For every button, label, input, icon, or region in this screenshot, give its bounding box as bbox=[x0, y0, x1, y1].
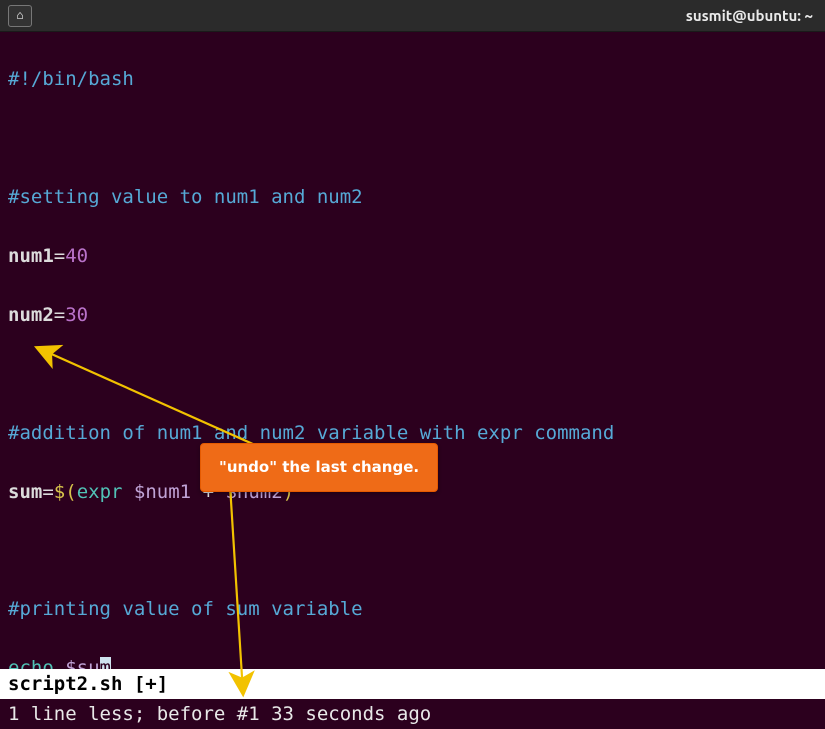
number-literal: 40 bbox=[65, 245, 88, 267]
equals-op: = bbox=[54, 245, 65, 267]
editor-area[interactable]: #!/bin/bash #setting value to num1 and n… bbox=[0, 32, 825, 729]
var-name: num1 bbox=[8, 245, 54, 267]
equals-op: = bbox=[54, 304, 65, 326]
comment-line: #printing value of sum variable bbox=[8, 598, 363, 620]
shebang-line: #!/bin/bash bbox=[8, 68, 134, 90]
open-paren: ( bbox=[65, 481, 76, 503]
space bbox=[122, 481, 133, 503]
terminal-icon-glyph: ⌂ bbox=[16, 6, 23, 25]
number-literal: 30 bbox=[65, 304, 88, 326]
titlebar: ⌂ susmit@ubuntu: ~ bbox=[0, 0, 825, 32]
var-name: sum bbox=[8, 481, 42, 503]
status-text: script2.sh [+] bbox=[8, 673, 168, 695]
window-title: susmit@ubuntu: ~ bbox=[686, 4, 813, 27]
dollar-sign: $ bbox=[54, 481, 65, 503]
command-name: expr bbox=[77, 481, 123, 503]
vim-command-line: 1 line less; before #1 33 seconds ago bbox=[0, 699, 825, 729]
command-text: 1 line less; before #1 33 seconds ago bbox=[8, 703, 431, 725]
equals-op: = bbox=[42, 481, 53, 503]
comment-line: #setting value to num1 and num2 bbox=[8, 186, 363, 208]
vim-status-bar: script2.sh [+] bbox=[0, 669, 825, 699]
annotation-callout: "undo" the last change. bbox=[200, 443, 438, 492]
callout-text: "undo" the last change. bbox=[219, 458, 419, 476]
var-ref: $num1 bbox=[134, 481, 191, 503]
comment-line: #addition of num1 and num2 variable with… bbox=[8, 422, 614, 444]
titlebar-left: ⌂ bbox=[8, 5, 32, 27]
terminal-icon: ⌂ bbox=[8, 5, 32, 27]
var-name: num2 bbox=[8, 304, 54, 326]
